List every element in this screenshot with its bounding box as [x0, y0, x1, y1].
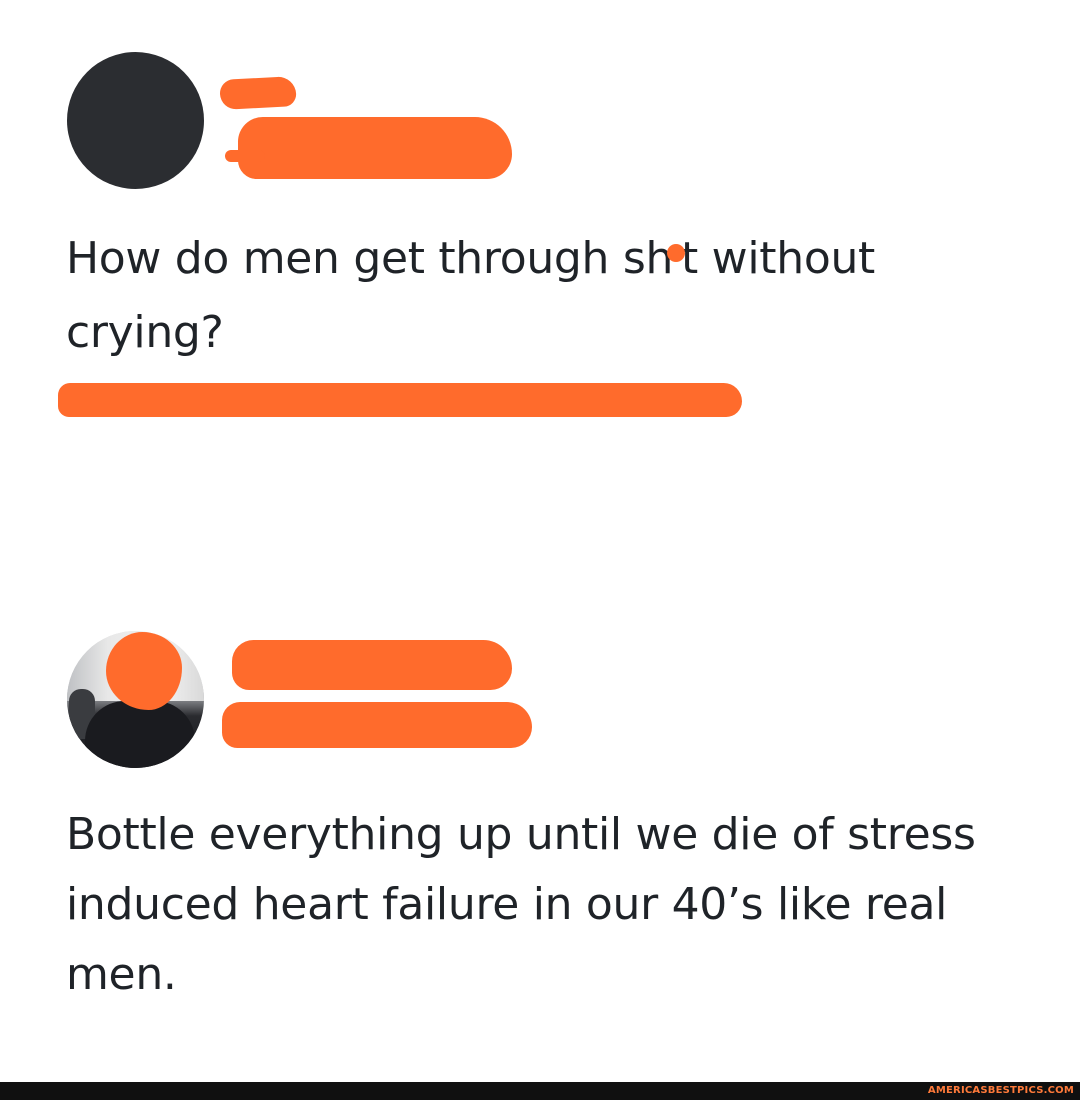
avatar[interactable] [67, 52, 204, 189]
watermark: AMERICASBESTPICS.COM [927, 1085, 1074, 1096]
footer-bar [0, 1082, 1080, 1100]
redaction-tail [225, 150, 265, 162]
redacted-display-name [219, 76, 297, 110]
redacted-metadata [58, 383, 742, 417]
redacted-display-name [232, 640, 512, 690]
tweet-text-part-1: How do men get through sh [66, 233, 674, 284]
avatar-figure [85, 701, 195, 768]
redacted-username [222, 702, 532, 748]
tweet-text: How do men get through sh t without cryin… [66, 222, 1026, 370]
redacted-face [106, 632, 182, 710]
redacted-username [238, 117, 512, 179]
censor-mark [667, 244, 686, 262]
tweet-text: Bottle everything up until we die of str… [66, 809, 976, 1000]
